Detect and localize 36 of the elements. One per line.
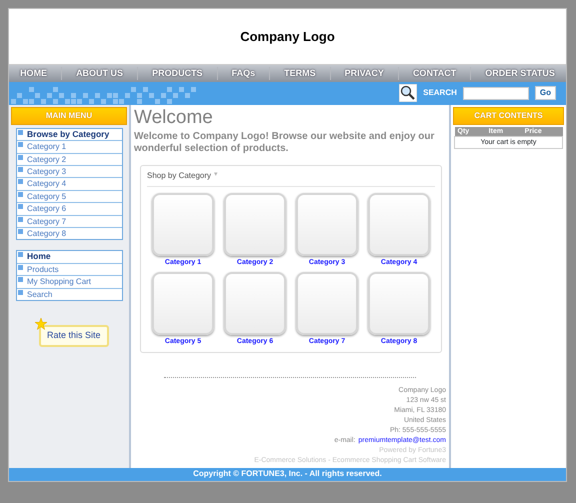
company-logo[interactable]: Company Logo (240, 26, 335, 46)
go-button[interactable]: Go (534, 86, 556, 100)
menu-link[interactable]: Category 1 (17, 141, 122, 154)
menu-link[interactable]: Category 5 (17, 190, 122, 204)
main-menu-header: MAIN MENU (11, 106, 127, 125)
nav-link[interactable]: ABOUT US (61, 66, 138, 80)
category-thumbnail[interactable] (224, 272, 286, 336)
search-field[interactable] (462, 86, 529, 100)
category-thumbnail[interactable] (152, 192, 214, 256)
category-thumbnail[interactable] (368, 192, 430, 256)
copyright-bar: Copyright © FORTUNE3, Inc. - All rights reserved. (9, 468, 566, 481)
category-thumbnail[interactable] (152, 272, 214, 336)
rate-button[interactable]: Rate this Site (39, 325, 109, 346)
menu-link[interactable]: Category 6 (17, 203, 122, 216)
menu-link[interactable]: My Shopping Cart (17, 276, 122, 289)
cart-header: CART CONTENTS (453, 106, 564, 125)
menu-heading: Home (17, 251, 122, 264)
category-thumbnail[interactable] (224, 192, 286, 256)
menu-link[interactable]: Category 4 (17, 178, 122, 191)
menu-link[interactable]: Category 3 (17, 166, 122, 178)
category-thumbnail[interactable] (296, 272, 358, 336)
category-thumbnail[interactable] (296, 192, 358, 256)
menu-link[interactable]: Category 7 (17, 216, 122, 228)
search-label: SEARCH (423, 87, 457, 100)
page-title: Welcome (134, 106, 214, 129)
nav-link[interactable]: FAQs (216, 66, 270, 80)
intro-text: Welcome to Company Logo! Browse our website and enjoy our wonderful selection of products. (134, 130, 436, 155)
menu-link[interactable]: Products (17, 264, 122, 276)
panel-title: Shop by Category (147, 170, 212, 182)
menu-link[interactable]: Search (17, 288, 122, 300)
search-icon[interactable] (399, 84, 418, 102)
menu-link[interactable]: Category 8 (17, 228, 122, 240)
menu-link[interactable]: Category 2 (17, 154, 122, 166)
menu-heading: Browse by Category (17, 128, 122, 142)
category-thumbnail[interactable] (368, 272, 430, 336)
star-icon (35, 318, 47, 330)
